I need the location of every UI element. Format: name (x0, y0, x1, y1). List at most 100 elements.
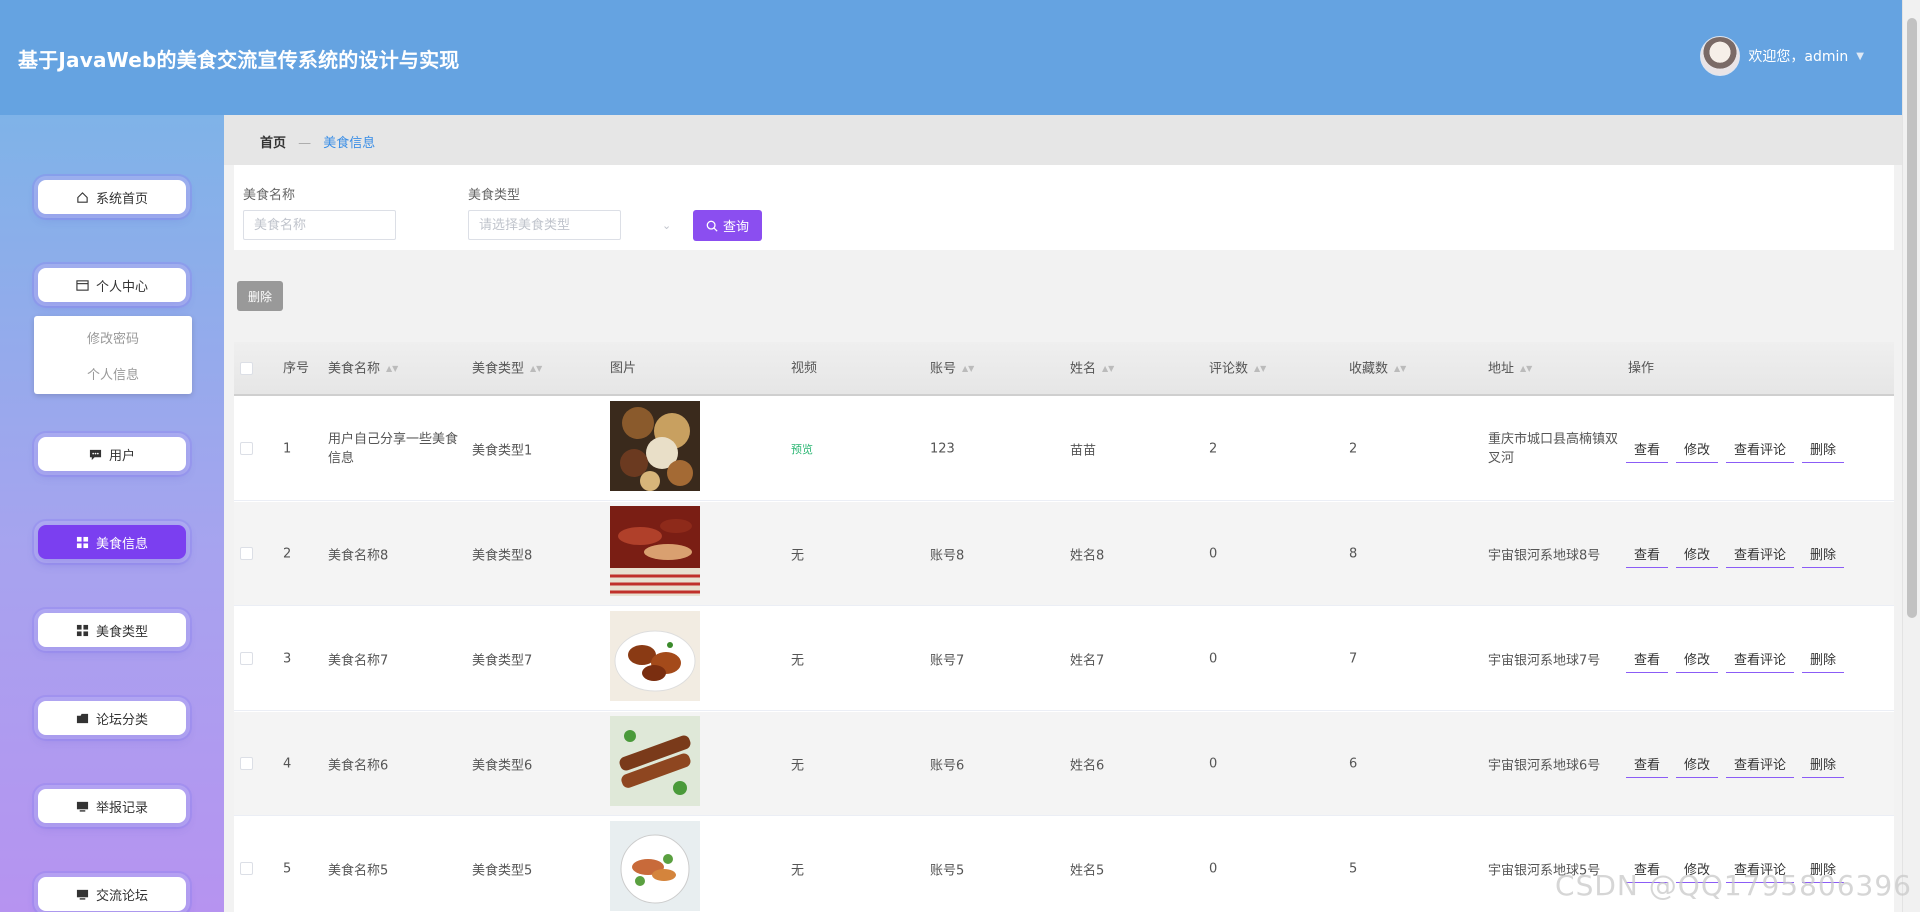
sort-icon[interactable]: ▲▼ (386, 364, 398, 373)
select-all-checkbox[interactable] (240, 362, 253, 375)
edit-button[interactable]: 修改 (1676, 435, 1719, 463)
sidebar-item-forum-category[interactable]: 论坛分类 (38, 701, 186, 735)
cell-address: 宇宙银河系地球7号 (1488, 653, 1601, 668)
view-comments-button[interactable]: 查看评论 (1726, 750, 1795, 778)
food-type-select[interactable] (468, 210, 621, 240)
cell-person: 姓名6 (1070, 758, 1105, 773)
sort-icon[interactable]: ▲▼ (1520, 364, 1532, 373)
sort-icon[interactable]: ▲▼ (1102, 364, 1114, 373)
food-image[interactable] (610, 611, 700, 701)
cell-name: 美食名称5 (328, 863, 389, 878)
home-icon (76, 190, 90, 204)
sidebar-item-food-info[interactable]: 美食信息 (38, 525, 186, 559)
folder-icon (76, 711, 90, 725)
sidebar-item-users[interactable]: 用户 (38, 437, 186, 471)
chevron-down-icon[interactable]: ⌄ (662, 219, 671, 232)
delete-button[interactable]: 删除 (1802, 750, 1845, 778)
table-row: 3 美食名称7 美食类型7 无 账号7 姓名7 0 7 宇宙银河系地球7号 查看… (234, 607, 1894, 711)
avatar[interactable] (1700, 36, 1741, 76)
cell-video: 无 (791, 653, 805, 668)
col-header-label: 账号 (930, 361, 957, 377)
row-checkbox[interactable] (240, 862, 253, 875)
cell-index: 5 (283, 861, 292, 876)
view-button[interactable]: 查看 (1626, 645, 1669, 673)
cell-comments: 0 (1209, 756, 1218, 771)
cell-comments: 0 (1209, 861, 1218, 876)
col-header-person[interactable]: 姓名 ▲▼ (1070, 342, 1114, 396)
sidebar-item-label: 用户 (108, 448, 135, 464)
col-header-address[interactable]: 地址 ▲▼ (1488, 342, 1532, 396)
row-checkbox[interactable] (240, 547, 253, 560)
user-menu[interactable]: 欢迎您，admin ▼ (1700, 36, 1864, 76)
col-header-type[interactable]: 美食类型 ▲▼ (472, 342, 542, 396)
cell-address: 宇宙银河系地球8号 (1488, 548, 1601, 563)
col-header-comments[interactable]: 评论数 ▲▼ (1209, 342, 1266, 396)
sidebar-item-forum[interactable]: 交流论坛 (38, 877, 186, 911)
row-actions: 查看 修改 查看评论 删除 (1626, 645, 1845, 673)
col-header-account[interactable]: 账号 ▲▼ (930, 342, 974, 396)
row-checkbox[interactable] (240, 652, 253, 665)
sort-icon[interactable]: ▲▼ (530, 364, 542, 373)
scrollbar-thumb[interactable] (1907, 18, 1917, 618)
sidebar-item-home[interactable]: 系统首页 (38, 180, 186, 214)
delete-button[interactable]: 删除 (1802, 540, 1845, 568)
vertical-scrollbar[interactable] (1902, 0, 1920, 912)
col-header-name[interactable]: 美食名称 ▲▼ (328, 342, 398, 396)
breadcrumb-home[interactable]: 首页 (260, 136, 286, 151)
view-button[interactable]: 查看 (1626, 540, 1669, 568)
col-header-label: 美食类型 (472, 361, 525, 377)
delete-button[interactable]: 删除 (1802, 645, 1845, 673)
edit-button[interactable]: 修改 (1676, 750, 1719, 778)
view-button[interactable]: 查看 (1626, 750, 1669, 778)
cell-address: 宇宙银河系地球6号 (1488, 758, 1601, 773)
submenu-profile[interactable]: 个人信息 (34, 355, 192, 391)
id-card-icon (76, 278, 90, 292)
cell-name: 用户自己分享一些美食信息 (328, 431, 459, 466)
cell-video: 无 (791, 548, 805, 563)
caret-down-icon[interactable]: ▼ (1856, 51, 1864, 62)
view-button[interactable]: 查看 (1626, 435, 1669, 463)
search-icon (706, 220, 718, 232)
col-header-label: 地址 (1488, 361, 1515, 377)
cell-favorites: 7 (1349, 651, 1358, 666)
sidebar: 系统首页 个人中心 修改密码 个人信息 用户 美食信息 美食类型 论坛分类 举报… (0, 115, 224, 912)
cell-comments: 2 (1209, 441, 1218, 456)
food-image[interactable] (610, 821, 700, 911)
video-preview-link[interactable]: 预览 (791, 441, 813, 457)
welcome-text[interactable]: 欢迎您，admin (1748, 46, 1848, 66)
cell-type: 美食类型7 (472, 653, 533, 668)
row-checkbox[interactable] (240, 757, 253, 770)
view-comments-button[interactable]: 查看评论 (1726, 540, 1795, 568)
sidebar-item-food-type[interactable]: 美食类型 (38, 613, 186, 647)
edit-button[interactable]: 修改 (1676, 645, 1719, 673)
cell-name: 美食名称6 (328, 758, 389, 773)
view-comments-button[interactable]: 查看评论 (1726, 645, 1795, 673)
food-image[interactable] (610, 716, 700, 806)
delete-button[interactable]: 删除 (1802, 435, 1845, 463)
sidebar-item-label: 举报记录 (95, 800, 148, 816)
sort-icon[interactable]: ▲▼ (1254, 364, 1266, 373)
edit-button[interactable]: 修改 (1676, 540, 1719, 568)
sidebar-item-label: 系统首页 (95, 191, 148, 207)
app-title: 基于JavaWeb的美食交流宣传系统的设计与实现 (18, 48, 460, 72)
col-header-video: 视频 (791, 361, 818, 376)
food-image[interactable] (610, 401, 700, 491)
row-checkbox[interactable] (240, 442, 253, 455)
personal-center-submenu: 修改密码 个人信息 (34, 316, 192, 394)
cell-index: 4 (283, 756, 292, 771)
cell-person: 姓名5 (1070, 863, 1105, 878)
col-header-favorites[interactable]: 收藏数 ▲▼ (1349, 342, 1406, 396)
col-header-image: 图片 (610, 361, 637, 376)
breadcrumb-separator: — (298, 136, 312, 151)
batch-delete-button[interactable]: 删除 (237, 281, 283, 311)
view-comments-button[interactable]: 查看评论 (1726, 435, 1795, 463)
food-image[interactable] (610, 506, 700, 596)
search-button[interactable]: 查询 (693, 210, 762, 241)
food-name-input[interactable] (243, 210, 396, 240)
submenu-change-password[interactable]: 修改密码 (34, 319, 192, 355)
sidebar-item-reports[interactable]: 举报记录 (38, 789, 186, 823)
sidebar-item-personal-center[interactable]: 个人中心 (38, 268, 186, 302)
sort-icon[interactable]: ▲▼ (962, 364, 974, 373)
food-table: 序号 美食名称 ▲▼ 美食类型 ▲▼ 图片 视频 账号 ▲▼ 姓名 ▲▼ 评论数 ▲▼ 收… (234, 342, 1894, 912)
sort-icon[interactable]: ▲▼ (1394, 364, 1406, 373)
